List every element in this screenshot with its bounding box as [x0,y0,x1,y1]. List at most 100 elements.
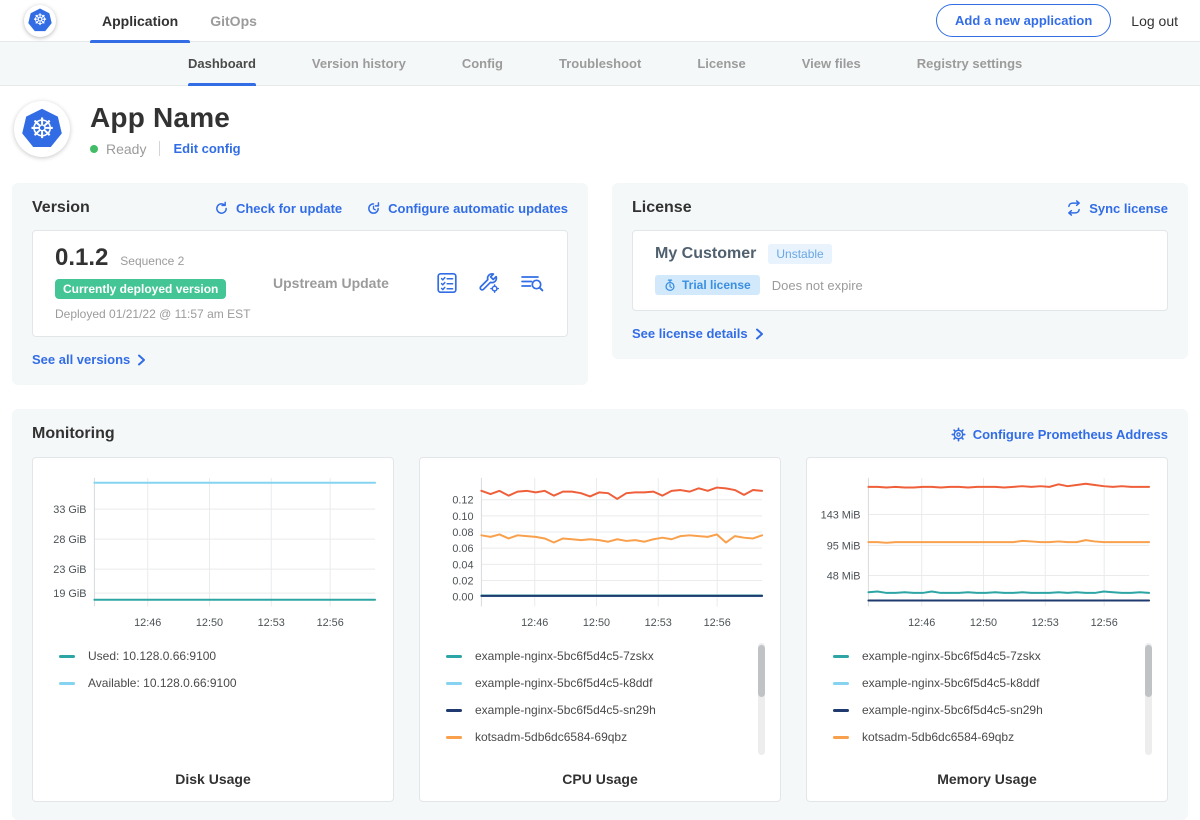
svg-text:12:46: 12:46 [908,617,935,629]
check-for-update-label: Check for update [236,201,342,216]
svg-text:12:53: 12:53 [1032,617,1059,629]
legend-swatch [833,682,849,685]
chevron-right-icon [137,354,146,366]
license-expiry: Does not expire [772,278,863,293]
legend-label: example-nginx-5bc6f5d4c5-sn29h [475,703,656,717]
svg-text:143 MiB: 143 MiB [821,509,861,521]
gear-icon [951,427,966,442]
see-license-details-link[interactable]: See license details [632,326,764,341]
legend-item: example-nginx-5bc6f5d4c5-k8ddf [833,676,1133,690]
tab-license-label: License [697,56,745,71]
configure-automatic-updates-link[interactable]: Configure automatic updates [366,201,568,216]
svg-text:12:50: 12:50 [196,617,223,629]
svg-text:0.00: 0.00 [452,592,473,604]
config-wrench-icon[interactable] [477,271,501,295]
legend-scrollbar-thumb[interactable] [1145,645,1152,697]
svg-text:28 GiB: 28 GiB [53,534,86,546]
tab-gitops[interactable]: GitOps [194,0,273,42]
legend-label: Available: 10.128.0.66:9100 [88,676,237,690]
legend-swatch [59,682,75,685]
tab-gitops-label: GitOps [210,13,257,29]
chart-title: CPU Usage [430,771,770,787]
legend-item: example-nginx-5bc6f5d4c5-k8ddf [446,676,746,690]
tab-view-files[interactable]: View files [802,42,861,85]
page-title: App Name [90,102,241,134]
memory-usage-plot: 12:4612:5012:5312:56143 MiB95 MiB48 MiB [817,468,1157,637]
tab-application-label: Application [102,13,178,29]
tab-config[interactable]: Config [462,42,503,85]
cpu-usage-chart-card: 12:4612:5012:5312:560.120.100.080.060.04… [419,457,781,802]
svg-text:48 MiB: 48 MiB [827,570,861,582]
tab-license[interactable]: License [697,42,745,85]
legend-item: example-nginx-5bc6f5d4c5-7zskx [446,649,746,663]
legend-swatch [446,709,462,712]
cards-row: Version Check for update Configure au [0,173,1200,385]
status-dot [90,145,98,153]
divider [159,141,160,156]
svg-text:33 GiB: 33 GiB [53,504,86,516]
refresh-icon [214,201,229,216]
deploy-logs-icon[interactable] [519,271,545,295]
version-card: Version Check for update Configure au [12,183,588,385]
legend-label: kotsadm-5db6dc6584-69qbz [475,730,627,744]
legend-scrollbar-thumb[interactable] [758,645,765,697]
license-type-label: Trial license [682,278,751,292]
tab-troubleshoot-label: Troubleshoot [559,56,641,71]
legend-scrollbar[interactable] [1145,643,1152,755]
preflight-checks-icon[interactable] [435,271,459,295]
chart-title: Disk Usage [43,771,383,787]
tab-troubleshoot[interactable]: Troubleshoot [559,42,641,85]
tab-config-label: Config [462,56,503,71]
svg-text:19 GiB: 19 GiB [53,588,86,600]
svg-text:12:50: 12:50 [583,617,610,629]
svg-text:12:56: 12:56 [1091,617,1118,629]
app-avatar: ☸ [14,101,70,157]
edit-config-link[interactable]: Edit config [173,141,240,156]
tab-view-files-label: View files [802,56,861,71]
legend-label: kotsadm-5db6dc6584-69qbz [862,730,1014,744]
legend-swatch [833,655,849,658]
legend-item: kotsadm-5db6dc6584-69qbz [833,730,1133,744]
check-for-update-link[interactable]: Check for update [214,201,342,216]
license-type-badge: Trial license [655,275,760,295]
app-status-row: Ready Edit config [90,141,241,157]
configure-automatic-updates-label: Configure automatic updates [388,201,568,216]
tab-dashboard[interactable]: Dashboard [188,42,256,85]
sync-license-label: Sync license [1089,201,1168,216]
svg-text:0.04: 0.04 [452,559,473,571]
tab-application[interactable]: Application [86,0,194,42]
legend-label: Used: 10.128.0.66:9100 [88,649,216,663]
monitoring-heading: Monitoring [32,425,115,443]
sync-license-link[interactable]: Sync license [1066,200,1168,216]
legend-label: example-nginx-5bc6f5d4c5-k8ddf [475,676,652,690]
clock-refresh-icon [366,201,381,216]
version-sequence: Sequence 2 [120,254,184,268]
stopwatch-icon [664,279,676,292]
configure-prometheus-link[interactable]: Configure Prometheus Address [951,427,1168,442]
logout-button[interactable]: Log out [1131,13,1178,29]
legend-scrollbar[interactable] [758,643,765,755]
k8s-heptagon: ☸ [27,8,53,34]
add-application-button[interactable]: Add a new application [936,4,1111,37]
legend-item: example-nginx-5bc6f5d4c5-7zskx [833,649,1133,663]
legend-item: kotsadm-5db6dc6584-69qbz [446,730,746,744]
svg-text:12:53: 12:53 [258,617,285,629]
tab-registry-settings-label: Registry settings [917,56,1022,71]
memory-usage-legend: example-nginx-5bc6f5d4c5-7zskx example-ng… [817,637,1157,763]
legend-swatch [833,709,849,712]
legend-label: example-nginx-5bc6f5d4c5-k8ddf [862,676,1039,690]
see-all-versions-link[interactable]: See all versions [32,352,146,367]
svg-text:12:56: 12:56 [317,617,344,629]
disk-usage-chart-card: 12:4612:5012:5312:5633 GiB28 GiB23 GiB19… [32,457,394,802]
legend-item: example-nginx-5bc6f5d4c5-sn29h [446,703,746,717]
customer-name: My Customer [655,245,756,263]
see-license-details-label: See license details [632,326,748,341]
version-heading: Version [32,199,90,217]
tab-version-history-label: Version history [312,56,406,71]
legend-label: example-nginx-5bc6f5d4c5-sn29h [862,703,1043,717]
disk-usage-plot: 12:4612:5012:5312:5633 GiB28 GiB23 GiB19… [43,468,383,637]
tab-registry-settings[interactable]: Registry settings [917,42,1022,85]
tab-version-history[interactable]: Version history [312,42,406,85]
license-details-row: My Customer Unstable Trial license Does … [632,230,1168,311]
deployed-badge: Currently deployed version [55,279,226,299]
